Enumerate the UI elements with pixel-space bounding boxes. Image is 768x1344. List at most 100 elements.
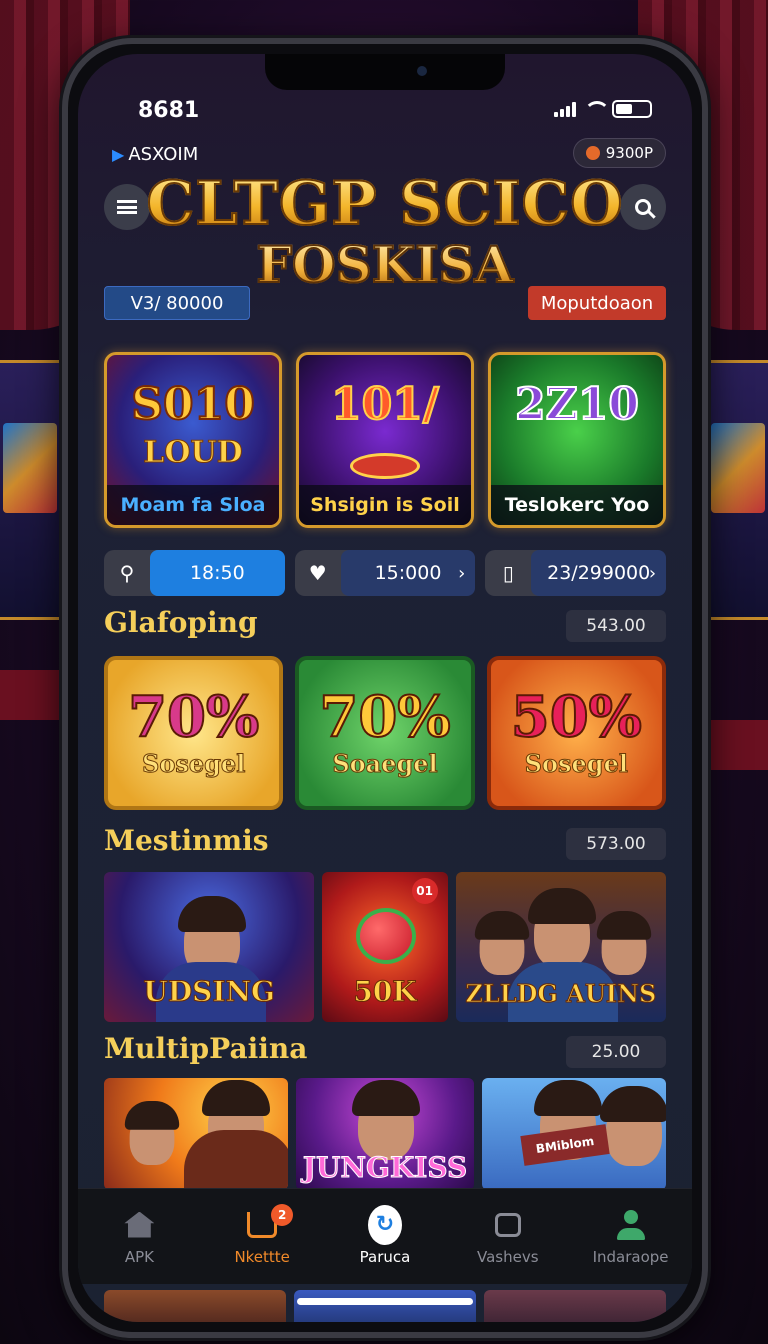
bonus-card[interactable]: 70% Soaegel <box>295 656 475 810</box>
promo-pill[interactable]: Moputdoaon <box>528 286 666 320</box>
character-body <box>184 1130 288 1190</box>
bonus-label: Soaegel <box>332 748 438 778</box>
nav-item-market[interactable]: 2 Nkettte <box>207 1203 317 1266</box>
featured-game-subtitle: LOUD <box>143 435 243 471</box>
nav-label: Indaraope <box>592 1247 669 1266</box>
refresh-icon: ↻ <box>367 1204 402 1245</box>
fruit-icon <box>356 908 417 964</box>
game-tiles-row: JUNGKISS BMiblom <box>104 1078 666 1190</box>
character-avatar <box>351 1080 420 1160</box>
hero-title: CLTGP SCICO FOSKISA <box>78 173 692 291</box>
home-indicator[interactable] <box>297 1298 473 1305</box>
backdrop-slot-machine-right <box>698 360 768 620</box>
featured-game-number: 2Z10 <box>514 379 640 430</box>
coin-balance[interactable]: 9300P <box>572 138 666 168</box>
game-tile[interactable] <box>104 1078 288 1190</box>
signal-icon <box>554 101 576 117</box>
section-value[interactable]: 543.00 <box>566 610 666 642</box>
brand[interactable]: ▶ ASXOIM <box>112 144 198 165</box>
app-screen: 8681 ▶ ASXOIM 9300P CLTGP SCICO FOSKISA … <box>78 54 692 1322</box>
nav-label: APK <box>124 1247 154 1266</box>
featured-game-label: Moam fa Sloa <box>107 485 279 525</box>
nav-label: Vashevs <box>477 1247 539 1266</box>
featured-game-number: 101/ <box>330 379 440 430</box>
hero-title-line2: FOSKISA <box>78 239 692 291</box>
coin-balance-value: 9300P <box>605 144 653 162</box>
section-value[interactable]: 573.00 <box>566 828 666 860</box>
search-icon: ⚲ <box>119 561 135 585</box>
bonus-label: Sosegel <box>524 748 628 778</box>
peek-tile <box>104 1290 286 1322</box>
character-avatar <box>596 911 651 975</box>
play-icon: ▶ <box>112 145 125 164</box>
game-tiles-row: UDSING 01 50K ZLLDG AUINS <box>104 872 666 1022</box>
featured-game-number: S010 <box>130 379 256 430</box>
bonus-percent: 70% <box>127 683 260 750</box>
stat-favorites[interactable]: ♥ 15:000 › <box>294 550 476 596</box>
nav-item-center[interactable]: ↻ Paruca <box>330 1204 440 1266</box>
featured-game-card[interactable]: S010 LOUD Moam fa Sloa <box>104 352 282 528</box>
bag-icon <box>494 1212 521 1237</box>
section-title: MultipPaiina <box>104 1032 308 1065</box>
brand-label: ASXOIM <box>128 144 199 165</box>
section-title: Mestinmis <box>104 824 269 857</box>
bonus-percent: 50% <box>510 683 643 750</box>
game-tile[interactable]: JUNGKISS <box>295 1078 475 1190</box>
game-tile-title: ZLLDG AUINS <box>465 979 657 1009</box>
chevron-right-icon: › <box>458 562 466 584</box>
game-tile[interactable]: ZLLDG AUINS <box>455 872 666 1022</box>
stat-search[interactable]: ⚲ 18:50 <box>104 550 285 596</box>
game-tile-title: 50K <box>353 975 417 1009</box>
nav-item-profile[interactable]: Indaraope <box>576 1208 686 1266</box>
scroll-peek-row <box>104 1290 666 1322</box>
nav-item-apk[interactable]: APK <box>84 1208 194 1266</box>
chevron-right-icon: › <box>648 562 657 584</box>
nav-label: Nkettte <box>234 1247 290 1266</box>
game-tile-title: JUNGKISS <box>302 1151 468 1185</box>
bonus-cards: 70% Sosegel 70% Soaegel 50% Sosegel <box>104 656 666 810</box>
game-tile-sign: BMiblom <box>520 1124 610 1166</box>
character-avatar <box>474 911 529 975</box>
featured-game-label: Shsigin is Soil <box>299 485 471 525</box>
game-tile[interactable]: 01 50K <box>322 872 448 1022</box>
coin-icon <box>585 146 600 160</box>
nav-label: Paruca <box>359 1247 411 1266</box>
profile-icon <box>616 1209 645 1240</box>
peek-tile <box>294 1290 476 1322</box>
bonus-label: Sosegel <box>142 748 246 778</box>
bonus-percent: 70% <box>318 683 451 750</box>
backdrop-stool <box>0 670 70 720</box>
backdrop-stool <box>698 720 768 770</box>
wifi-icon <box>584 101 610 117</box>
stats-row: ⚲ 18:50 ♥ 15:000 › ▯ 23/299000 › <box>104 550 667 596</box>
tile-badge: 01 <box>411 878 438 904</box>
notification-badge: 2 <box>271 1203 294 1226</box>
character-avatar <box>527 888 596 968</box>
featured-game-label: Teslokerc Yoo <box>491 485 663 525</box>
stat-value: 18:50 <box>150 550 285 596</box>
stat-value: 15:000 <box>340 550 476 596</box>
game-tile-title: UDSING <box>143 975 276 1009</box>
ticket-icon: ▯ <box>502 561 514 585</box>
stat-value: 23/299000 <box>531 550 667 596</box>
section-value[interactable]: 25.00 <box>566 1036 666 1068</box>
featured-game-card[interactable]: 101/ Shsigin is Soil <box>296 352 474 528</box>
stat-tickets[interactable]: ▯ 23/299000 › <box>485 550 667 596</box>
hero-title-line1: CLTGP SCICO <box>78 173 692 235</box>
featured-game-card[interactable]: 2Z10 Teslokerc Yoo <box>488 352 666 528</box>
notch <box>265 54 505 90</box>
backdrop-slot-machine-left <box>0 360 70 620</box>
battery-icon <box>612 100 652 118</box>
peek-tile <box>484 1290 666 1322</box>
status-icons <box>554 100 652 118</box>
game-tile[interactable]: BMiblom <box>482 1078 666 1190</box>
bottom-nav: APK 2 Nkettte ↻ Paruca Vashevs Indaraope <box>78 1188 692 1284</box>
bonus-card[interactable]: 50% Sosegel <box>486 656 666 810</box>
section-title: Glafoping <box>104 606 258 639</box>
bonus-card[interactable]: 70% Sosegel <box>104 656 284 810</box>
phone-frame: 8681 ▶ ASXOIM 9300P CLTGP SCICO FOSKISA … <box>62 38 708 1338</box>
nav-item-bag[interactable]: Vashevs <box>453 1208 563 1266</box>
home-icon <box>124 1211 155 1238</box>
game-tile[interactable]: UDSING <box>104 872 315 1022</box>
balance-pill[interactable]: V3/ 80000 <box>104 286 250 320</box>
